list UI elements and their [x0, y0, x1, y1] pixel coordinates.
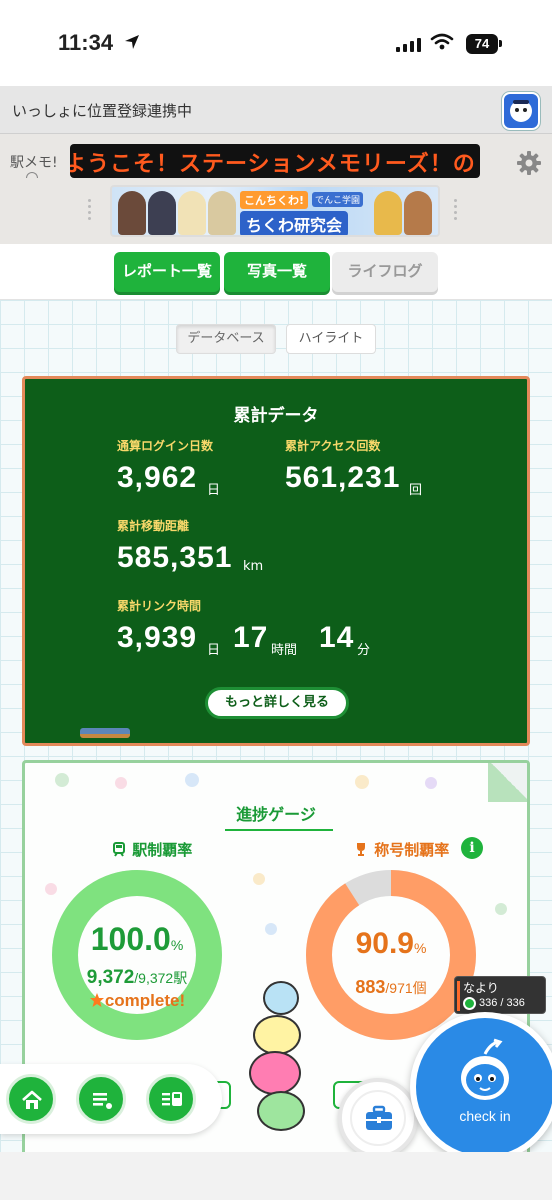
- info-icon[interactable]: i: [461, 837, 483, 859]
- login-days-label: 通算ログイン日数: [117, 439, 214, 453]
- station-rate-label: 駅制覇率: [111, 839, 192, 860]
- battery-tip: [499, 40, 502, 47]
- linked-app-icon[interactable]: [502, 92, 540, 130]
- station-percent: 100.0%: [90, 921, 184, 957]
- cumulative-data-board: 累計データ 通算ログイン日数 3,962 日 累計アクセス回数 561,231 …: [22, 376, 530, 746]
- link-time-days-unit: 日: [207, 643, 221, 658]
- status-bar: 11:34 74: [0, 0, 552, 86]
- progress-title: 進捗ゲージ: [236, 805, 316, 824]
- banner-character: [118, 191, 146, 235]
- news-ticker: ようこそ！ステーションメモリーズ！の: [70, 144, 480, 178]
- app-header: 駅メモ! ようこそ！ステーションメモリーズ！の こんちくわ! でんこ学園 ちくわ…: [0, 134, 552, 244]
- banner-character: [178, 191, 206, 235]
- mascot-character: [249, 1051, 301, 1095]
- doodle-decoration: [355, 775, 369, 789]
- trophy-icon: [357, 843, 365, 856]
- banner-character: [148, 191, 176, 235]
- star-icon: [89, 993, 104, 1007]
- link-time-label: 累計リンク時間: [117, 599, 202, 613]
- doodle-decoration: [185, 773, 199, 787]
- bottom-strip: [0, 1152, 552, 1200]
- main-tabs: レポート一覧 写真一覧 ライフログ: [0, 244, 552, 300]
- access-count-unit: 回: [409, 483, 423, 498]
- check-in-button[interactable]: check in: [410, 1012, 552, 1162]
- link-time-days: 3,939: [117, 621, 198, 654]
- banner-prev-dots[interactable]: [88, 196, 102, 226]
- link-time-hours: 17: [233, 621, 269, 654]
- toolbox-button[interactable]: [338, 1078, 418, 1158]
- mascot-character: [253, 1015, 301, 1055]
- check-in-label: check in: [459, 1108, 511, 1124]
- title-percent: 90.9%: [355, 927, 427, 960]
- toolbox-inner: [350, 1090, 406, 1146]
- home-icon: [22, 1090, 42, 1109]
- chalk-eraser: [80, 728, 130, 738]
- doodle-decoration: [253, 873, 265, 885]
- board-title: 累計データ: [233, 406, 319, 426]
- subtab-database[interactable]: データベース: [176, 324, 276, 354]
- doodle-decoration: [425, 777, 437, 789]
- status-time: 11:34: [58, 30, 114, 55]
- doodle-decoration: [55, 773, 69, 787]
- link-time-minutes-unit: 分: [357, 643, 371, 658]
- link-time-hours-unit: 時間: [271, 643, 298, 658]
- ticker-text: ようこそ！ステーションメモリーズ！の: [70, 152, 476, 177]
- report-list-button[interactable]: [76, 1074, 126, 1124]
- logo-ornament: [26, 172, 38, 178]
- distance-label: 累計移動距離: [117, 519, 190, 533]
- see-more-button[interactable]: もっと詳しく見る: [205, 687, 349, 719]
- event-banner[interactable]: こんちくわ! でんこ学園 ちくわ研究会: [110, 185, 440, 237]
- station-list-button[interactable]: [146, 1074, 196, 1124]
- home-button[interactable]: [6, 1074, 56, 1124]
- train-icon: [113, 842, 125, 857]
- list-icon: [93, 1093, 112, 1109]
- doodle-decoration: [265, 923, 277, 935]
- tab-lifelog[interactable]: ライフログ: [332, 252, 438, 292]
- banner-title: ちくわ研究会: [240, 211, 349, 235]
- distance-unit: km: [243, 559, 264, 574]
- banner-tag: こんちくわ!: [240, 191, 309, 209]
- banner-character: [374, 191, 402, 235]
- progress-title-underline: [225, 829, 333, 831]
- login-days-unit: 日: [207, 483, 221, 498]
- access-count-label: 累計アクセス回数: [285, 439, 381, 453]
- login-days-value: 3,962: [117, 461, 198, 494]
- card-corner-fold: [488, 763, 527, 802]
- link-time-minutes: 14: [319, 621, 355, 654]
- access-count-value: 561,231: [285, 461, 401, 494]
- location-arrow-icon: [124, 34, 140, 54]
- wifi-icon: [430, 33, 454, 55]
- battery-indicator: 74: [466, 34, 498, 54]
- station-complete-badge: complete!: [61, 991, 213, 1011]
- mascot-character: [263, 981, 299, 1015]
- doodle-decoration: [495, 903, 507, 915]
- user-badge-accent: [457, 981, 460, 1011]
- train-list-icon: [162, 1092, 182, 1106]
- user-status-icon: [463, 997, 476, 1010]
- title-count: 883/971個: [355, 977, 427, 997]
- signal-icon: [396, 36, 421, 52]
- user-stat: 336 / 336: [479, 997, 525, 1009]
- bottom-nav: [0, 1064, 222, 1134]
- banner-subtag: でんこ学園: [312, 192, 364, 207]
- tab-report-list[interactable]: レポート一覧: [114, 252, 220, 292]
- check-in-mascot-icon: [461, 1038, 509, 1100]
- title-rate-label: 称号制覇率: [353, 839, 449, 860]
- toolbox-icon: [366, 1105, 392, 1130]
- linkage-bar: いっしょに位置登録連携中: [0, 86, 552, 134]
- app-logo: 駅メモ!: [10, 155, 58, 171]
- gear-icon[interactable]: [516, 150, 542, 180]
- doodle-decoration: [115, 777, 127, 789]
- user-name: なより: [463, 981, 499, 995]
- banner-character: [208, 191, 236, 235]
- user-badge[interactable]: なより 336 / 336: [454, 976, 546, 1014]
- linkage-text: いっしょに位置登録連携中: [12, 102, 193, 120]
- distance-value: 585,351: [117, 541, 233, 574]
- subtab-highlight[interactable]: ハイライト: [286, 324, 376, 354]
- tab-photo-list[interactable]: 写真一覧: [224, 252, 330, 292]
- banner-character: [404, 191, 432, 235]
- banner-next-dots[interactable]: [454, 196, 468, 226]
- mascot-character: [257, 1091, 305, 1131]
- station-count: 9,372/9,372駅: [86, 967, 188, 988]
